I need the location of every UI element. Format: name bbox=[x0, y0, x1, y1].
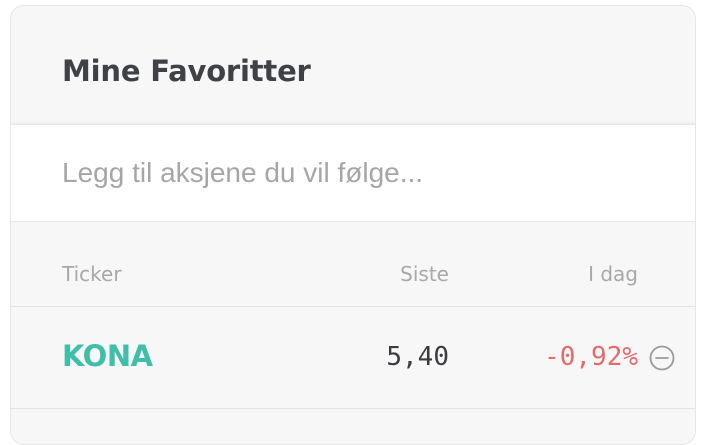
minus-circle-icon bbox=[649, 345, 675, 371]
favorites-card: Mine Favoritter Ticker Siste I dag KONA … bbox=[10, 5, 696, 445]
card-header: Mine Favoritter bbox=[11, 6, 695, 123]
daily-change: -0,92% bbox=[544, 342, 638, 372]
search-input[interactable] bbox=[62, 153, 662, 193]
column-header-last: Siste bbox=[400, 262, 449, 286]
table-row: KONA 5,40 -0,92% bbox=[11, 307, 695, 409]
remove-favorite-button[interactable] bbox=[649, 345, 675, 371]
card-title: Mine Favoritter bbox=[62, 54, 311, 88]
column-header-ticker: Ticker bbox=[62, 262, 122, 286]
ticker-link[interactable]: KONA bbox=[62, 338, 153, 374]
search-box bbox=[11, 124, 695, 222]
last-price: 5,40 bbox=[386, 342, 449, 372]
table-header: Ticker Siste I dag bbox=[11, 222, 695, 307]
column-header-today: I dag bbox=[588, 262, 638, 286]
